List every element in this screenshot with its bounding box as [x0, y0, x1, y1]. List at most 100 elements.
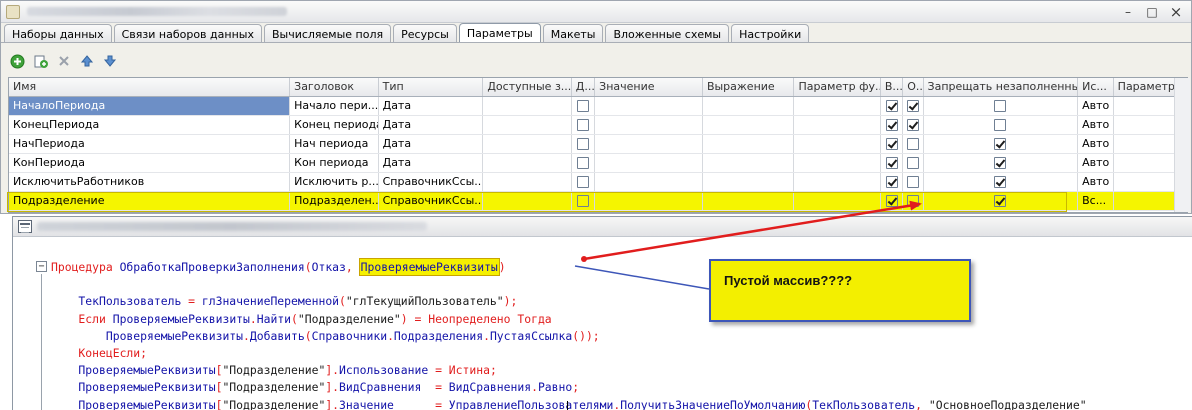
table-cell[interactable] — [702, 191, 795, 211]
checkbox-forbid[interactable] — [994, 157, 1007, 169]
tab-6[interactable]: Вложенные схемы — [605, 24, 730, 43]
checkbox-d[interactable] — [576, 100, 589, 112]
code-line[interactable]: ПроверяемыеРеквизиты["Подразделение"].Ис… — [51, 362, 1087, 379]
table-cell[interactable]: НачПериода — [9, 134, 291, 154]
table-row[interactable]: НачПериода Нач периода Дата Авто — [9, 134, 1187, 154]
tab-7[interactable]: Настройки — [731, 24, 810, 43]
table-cell[interactable] — [594, 96, 703, 116]
vertical-scrollbar[interactable] — [1174, 78, 1190, 212]
minimize-button[interactable]: – — [1117, 3, 1139, 20]
table-cell[interactable]: Дата — [378, 134, 484, 154]
move-down-icon[interactable] — [101, 53, 118, 70]
checkbox-v[interactable] — [885, 176, 898, 188]
checkbox-d[interactable] — [576, 176, 589, 188]
table-cell[interactable] — [702, 115, 795, 135]
copy-icon[interactable] — [32, 53, 49, 70]
code-line[interactable]: ПроверяемыеРеквизиты.Добавить(Справочник… — [51, 328, 1087, 345]
table-cell[interactable]: Дата — [378, 115, 484, 135]
table-cell[interactable]: Авто — [1077, 115, 1114, 135]
tab-4[interactable]: Параметры — [458, 23, 541, 43]
column-header[interactable]: Выражение — [702, 78, 795, 97]
table-cell[interactable] — [482, 96, 572, 116]
code-window-titlebar[interactable] — [13, 217, 1192, 237]
checkbox-v[interactable] — [885, 119, 898, 131]
table-row[interactable]: НачалоПериода Начало пери... Дата Авто — [9, 96, 1187, 116]
code-line[interactable]: ПроверяемыеРеквизиты["Подразделение"].Зн… — [51, 397, 1086, 410]
code-line[interactable]: КонецЕсли; — [51, 345, 1087, 362]
checkbox-d[interactable] — [576, 138, 589, 150]
column-header[interactable]: Запрещать незаполненны... — [923, 78, 1079, 97]
checkbox-o[interactable] — [907, 195, 920, 207]
checkbox-o[interactable] — [907, 176, 920, 188]
table-cell[interactable]: СправочникСсы... — [378, 191, 484, 211]
tab-0[interactable]: Наборы данных — [4, 24, 112, 43]
checkbox-forbid[interactable] — [994, 195, 1007, 207]
table-cell[interactable]: Авто — [1077, 134, 1114, 154]
column-header[interactable]: Заголовок — [289, 78, 379, 97]
table-cell[interactable] — [482, 153, 572, 173]
window-titlebar[interactable]: – □ × — [1, 1, 1191, 23]
table-cell[interactable]: Подразделен... — [289, 191, 379, 211]
checkbox-d[interactable] — [576, 157, 589, 169]
table-cell[interactable] — [482, 172, 572, 192]
column-header[interactable]: Значение — [594, 78, 703, 97]
move-up-icon[interactable] — [78, 53, 95, 70]
table-cell[interactable]: Дата — [378, 153, 484, 173]
table-row[interactable]: ИсключитьРаботников Исключить р... Справоч… — [9, 172, 1187, 192]
table-cell[interactable] — [594, 115, 703, 135]
table-cell[interactable]: Начало пери... — [289, 96, 379, 116]
table-row[interactable]: КонецПериода Конец периода Дата Авто — [9, 115, 1187, 135]
table-cell[interactable]: СправочникСсы... — [378, 172, 484, 192]
table-cell[interactable] — [594, 172, 703, 192]
table-row[interactable]: Подразделение Подразделен... СправочникСсы… — [9, 191, 1187, 211]
table-cell[interactable] — [702, 134, 795, 154]
table-cell[interactable] — [482, 134, 572, 154]
table-cell[interactable]: Авто — [1077, 96, 1114, 116]
checkbox-forbid[interactable] — [994, 138, 1007, 150]
code-line[interactable]: ПроверяемыеРеквизиты["Подразделение"].Ви… — [51, 379, 1087, 396]
table-cell[interactable]: Подразделение — [9, 191, 291, 211]
checkbox-o[interactable] — [907, 157, 920, 169]
column-header[interactable]: Д... — [571, 78, 596, 97]
table-cell[interactable] — [594, 191, 703, 211]
column-header[interactable]: Тип — [378, 78, 484, 97]
checkbox-forbid[interactable] — [994, 176, 1007, 188]
fold-toggle-icon[interactable]: − — [36, 261, 47, 272]
table-cell[interactable] — [793, 115, 881, 135]
close-button[interactable]: × — [1165, 3, 1187, 21]
table-cell[interactable]: Авто — [1077, 172, 1114, 192]
column-header[interactable]: Ис... — [1077, 78, 1114, 97]
tab-3[interactable]: Ресурсы — [393, 24, 457, 43]
table-cell[interactable]: НачалоПериода — [9, 96, 291, 116]
column-header[interactable]: В... — [880, 78, 904, 97]
checkbox-o[interactable] — [907, 138, 920, 150]
table-cell[interactable] — [793, 191, 881, 211]
table-cell[interactable] — [793, 96, 881, 116]
add-icon[interactable] — [9, 53, 26, 70]
table-cell[interactable] — [702, 153, 795, 173]
table-cell[interactable]: Конец периода — [289, 115, 379, 135]
tab-1[interactable]: Связи наборов данных — [113, 24, 262, 43]
table-cell[interactable] — [793, 153, 881, 173]
delete-icon[interactable] — [55, 53, 72, 70]
checkbox-forbid[interactable] — [994, 119, 1007, 131]
table-cell[interactable] — [702, 172, 795, 192]
checkbox-v[interactable] — [885, 195, 898, 207]
table-cell[interactable] — [594, 153, 703, 173]
tab-2[interactable]: Вычисляемые поля — [263, 24, 392, 43]
table-row[interactable]: КонПериода Кон периода Дата Авто — [9, 153, 1187, 173]
column-header[interactable]: О... — [902, 78, 924, 97]
checkbox-o[interactable] — [907, 100, 920, 112]
table-cell[interactable]: Вс... — [1077, 191, 1114, 211]
tab-5[interactable]: Макеты — [542, 24, 604, 43]
restore-button[interactable]: □ — [1141, 3, 1163, 20]
table-cell[interactable] — [594, 134, 703, 154]
table-cell[interactable] — [793, 172, 881, 192]
checkbox-v[interactable] — [885, 157, 898, 169]
table-cell[interactable] — [482, 115, 572, 135]
table-cell[interactable]: Исключить р... — [289, 172, 379, 192]
table-cell[interactable]: КонецПериода — [9, 115, 291, 135]
checkbox-v[interactable] — [885, 100, 898, 112]
checkbox-forbid[interactable] — [994, 100, 1007, 112]
column-header[interactable]: Параметр фу... — [793, 78, 881, 97]
